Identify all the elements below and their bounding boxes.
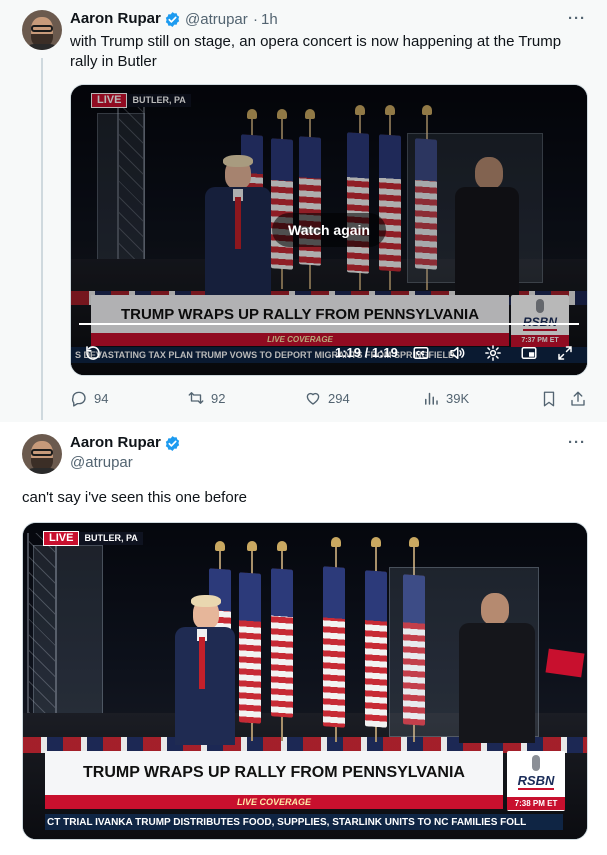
video-time-readout: 1:19 / 1:19 <box>335 345 398 360</box>
views-chart-icon <box>425 392 438 405</box>
watch-again-button[interactable]: Watch again <box>272 213 386 247</box>
live-tag: LIVE BUTLER, PA <box>43 531 143 546</box>
views-button[interactable]: 39K <box>422 389 469 407</box>
replay-icon[interactable] <box>83 343 103 363</box>
tweet-text: with Trump still on stage, an opera conc… <box>70 33 562 70</box>
thread-connector-line <box>41 58 43 420</box>
network-logo: RSBN 7:38 PM ET <box>507 751 565 811</box>
video-player[interactable]: LIVE BUTLER, PA TRUMP WRAPS UP RALLY FRO… <box>70 84 588 376</box>
separator-dot: · <box>253 11 258 28</box>
verified-badge-icon <box>165 12 180 27</box>
author-handle[interactable]: @atrupar <box>70 454 133 471</box>
repost-button[interactable]: 92 <box>187 389 225 407</box>
heart-icon <box>306 392 320 405</box>
captions-icon[interactable] <box>411 343 431 363</box>
settings-gear-icon[interactable] <box>483 343 503 363</box>
reply-button[interactable]: 94 <box>70 389 108 407</box>
reply-count: 94 <box>94 390 109 406</box>
avatar[interactable] <box>22 10 62 50</box>
verified-badge-icon <box>165 436 180 451</box>
picture-in-picture-icon[interactable] <box>519 343 539 363</box>
repost-count: 92 <box>211 390 226 406</box>
author-name[interactable]: Aaron Rupar <box>70 434 161 451</box>
video-progress-bar[interactable] <box>79 323 579 325</box>
view-count: 39K <box>446 390 470 406</box>
author-name[interactable]: Aaron Rupar <box>70 10 161 27</box>
author-handle[interactable]: @atrupar <box>185 11 248 28</box>
volume-icon[interactable] <box>447 343 467 363</box>
more-options-button[interactable]: ··· <box>568 434 586 451</box>
repost-icon <box>188 392 204 404</box>
like-button[interactable]: 294 <box>304 389 350 407</box>
parent-tweet[interactable]: Aaron Rupar @atrupar · 1h ··· with Trump… <box>0 0 607 422</box>
video-player[interactable]: LIVE BUTLER, PA TRUMP WRAPS UP RALLY FRO… <box>22 522 588 840</box>
bookmark-icon[interactable] <box>540 390 558 408</box>
reply-tweet[interactable]: Aaron Rupar @atrupar ··· can't say i've … <box>0 422 607 855</box>
share-icon[interactable] <box>569 390 587 408</box>
avatar[interactable] <box>22 434 62 474</box>
live-coverage-bar: LIVE COVERAGE <box>45 795 503 809</box>
like-count: 294 <box>328 390 350 406</box>
news-headline: TRUMP WRAPS UP RALLY FROM PENNSYLVANIA <box>45 751 503 795</box>
tweet-text: can't say i've seen this one before <box>22 489 248 506</box>
fullscreen-icon[interactable] <box>555 343 575 363</box>
video-frame: LIVE BUTLER, PA TRUMP WRAPS UP RALLY FRO… <box>23 523 587 839</box>
news-ticker: CT TRIAL IVANKA TRUMP DISTRIBUTES FOOD, … <box>45 814 563 830</box>
reply-icon <box>72 391 86 407</box>
more-options-button[interactable]: ··· <box>568 10 586 27</box>
tweet-time[interactable]: 1h <box>261 11 278 28</box>
